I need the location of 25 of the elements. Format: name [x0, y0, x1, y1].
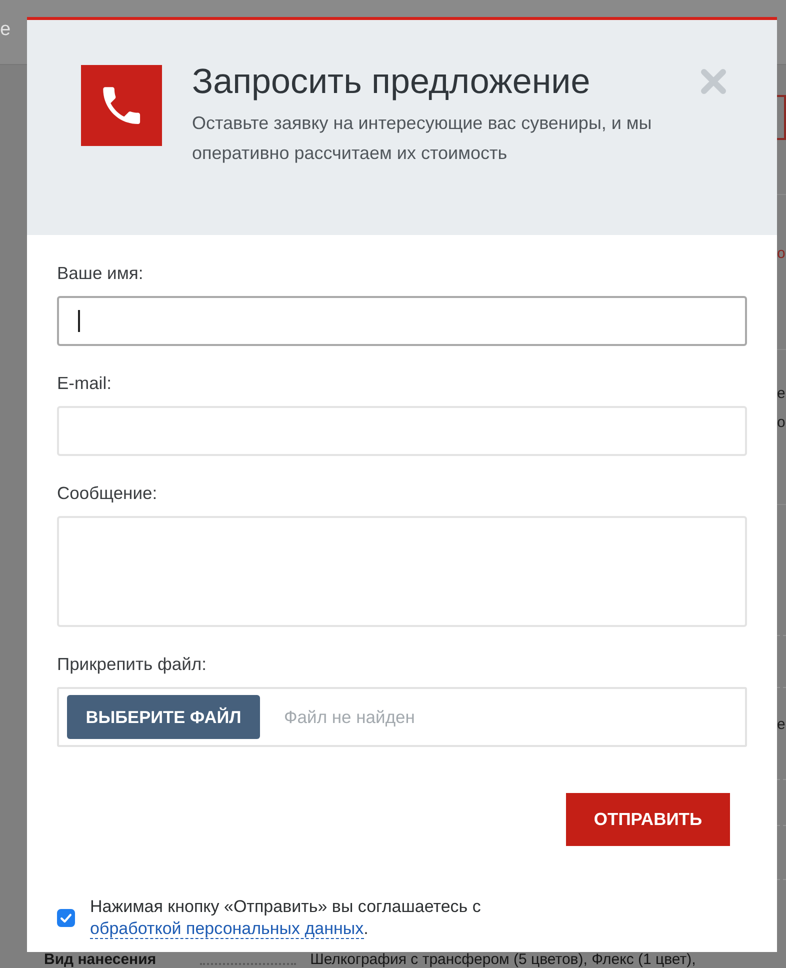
dialog-title: Запросить предложение [192, 63, 592, 101]
phone-icon [81, 65, 162, 146]
file-status-text: Файл не найден [284, 706, 415, 728]
page-text-fragment: о [777, 244, 786, 264]
spec-value: Шелкография с трансфером (5 цветов), Флекс (1 цвет), [310, 952, 696, 968]
page-text-fragment: е [0, 19, 11, 41]
submit-button[interactable]: ОТПРАВИТЬ [566, 793, 730, 846]
field-label: Ваше имя: [57, 262, 144, 284]
file-input-field[interactable]: ВЫБЕРИТЕ ФАЙЛ Файл не найден [57, 687, 747, 747]
checkbox[interactable] [57, 909, 75, 927]
field-label: Сообщение: [57, 482, 158, 504]
text-cursor-icon [78, 310, 80, 332]
field-label: E-mail: [57, 372, 112, 394]
dialog-subtitle: Оставьте заявку на интересующие вас сувениры, и мы оперативно рассчитаем их стоимость [192, 112, 653, 165]
page-text-fragment: е [777, 715, 786, 735]
spec-label: Вид нанесения [44, 952, 156, 968]
message-textarea[interactable] [57, 516, 747, 627]
consent-text: Нажимая кнопку «Отправить» вы соглашаетесь с обработкой персональных данных. [90, 896, 482, 940]
choose-file-button[interactable]: ВЫБЕРИТЕ ФАЙЛ [67, 695, 260, 739]
page-text-fragment: о [777, 413, 786, 433]
field-label: Прикрепить файл: [57, 653, 208, 675]
close-icon[interactable] [700, 68, 727, 95]
text-input[interactable] [57, 296, 747, 346]
privacy-policy-link[interactable]: обработкой персональных данных [90, 919, 364, 939]
page-text-fragment: е [777, 384, 786, 404]
